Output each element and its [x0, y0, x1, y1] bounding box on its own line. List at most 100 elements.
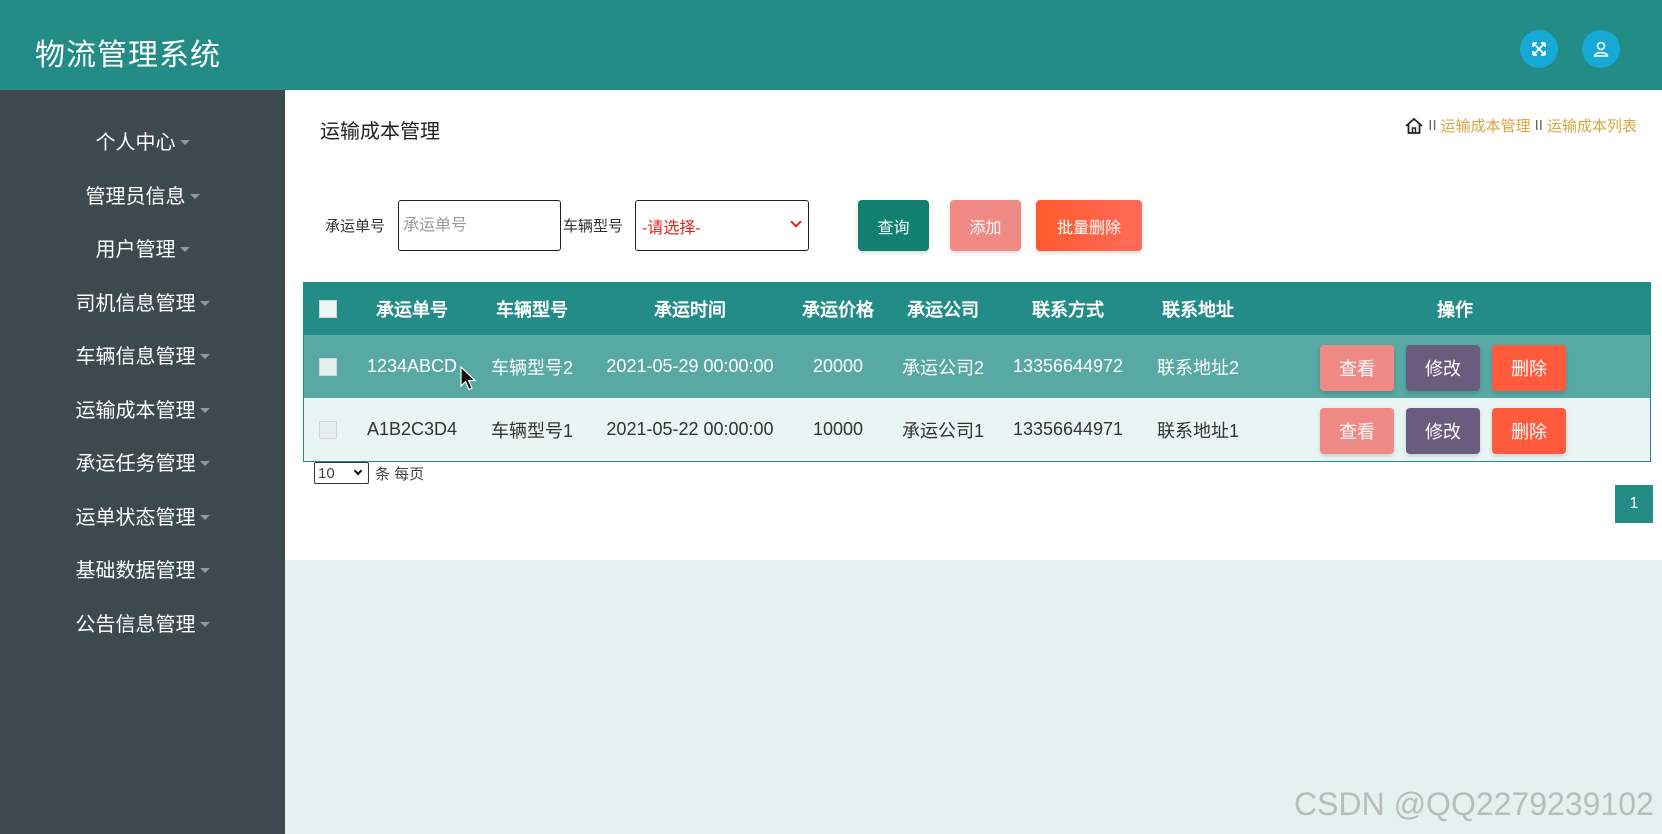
cell-contact-phone: 13356644971: [1012, 419, 1124, 439]
caret-down-icon: [199, 567, 210, 573]
breadcrumb-separator: II: [1534, 117, 1543, 134]
sidebar-item-waybill-status[interactable]: 运单状态管理: [0, 495, 285, 535]
cell-carrier-price: 20000: [812, 356, 864, 376]
mouse-cursor-icon: [460, 366, 477, 391]
sidebar-item-label: 用户管理: [95, 238, 176, 261]
sidebar-item-driver-info[interactable]: 司机信息管理: [0, 281, 285, 321]
expand-arrows-icon: [1532, 42, 1546, 56]
caret-down-icon: [199, 514, 210, 520]
row-select-cell: [304, 398, 352, 461]
sidebar-item-label: 司机信息管理: [75, 292, 196, 315]
chevron-down-icon: [353, 466, 363, 476]
cell-carrier-company: 承运公司2: [901, 357, 984, 378]
sidebar-item-label: 基础数据管理: [75, 559, 196, 582]
sidebar-item-announcements[interactable]: 公告信息管理: [0, 602, 285, 642]
app-title: 物流管理系统: [35, 39, 221, 72]
sidebar: 个人中心 管理员信息 用户管理 司机信息管理 车辆信息管理 运输成本管理 承运任…: [0, 90, 285, 834]
breadcrumb-level1[interactable]: 运输成本管理: [1441, 115, 1531, 136]
select-all-cell: [304, 283, 352, 335]
pagination-page-1[interactable]: 1: [1615, 485, 1653, 523]
table-row[interactable]: 1234ABCD 车辆型号2 2021-05-29 00:00:00 20000…: [304, 335, 1650, 398]
caret-down-icon: [179, 139, 190, 145]
page-title: 运输成本管理: [320, 121, 440, 143]
breadcrumb-level2[interactable]: 运输成本列表: [1547, 115, 1637, 136]
cell-carrier-time: 2021-05-22 00:00:00: [606, 419, 774, 439]
caret-down-icon: [199, 353, 210, 359]
user-button[interactable]: [1582, 30, 1620, 68]
header-carrier-time[interactable]: 承运时间: [592, 283, 788, 335]
edit-button[interactable]: 修改: [1406, 345, 1480, 391]
sidebar-item-label: 个人中心: [95, 131, 176, 154]
sidebar-item-label: 运单状态管理: [75, 506, 196, 529]
sidebar-item-label: 运输成本管理: [75, 399, 196, 422]
query-button[interactable]: 查询: [858, 200, 929, 251]
cell-carrier-time: 2021-05-29 00:00:00: [606, 356, 774, 376]
sidebar-item-carrier-task[interactable]: 承运任务管理: [0, 441, 285, 481]
breadcrumb-separator: II: [1428, 117, 1437, 134]
select-all-checkbox[interactable]: [319, 300, 337, 318]
header-contact-phone[interactable]: 联系方式: [998, 283, 1138, 335]
edit-button[interactable]: 修改: [1406, 408, 1480, 454]
cell-order-no: 1234ABCD: [366, 356, 458, 376]
sidebar-item-personal-center[interactable]: 个人中心: [0, 120, 285, 160]
breadcrumb: II 运输成本管理 II 运输成本列表: [1404, 115, 1637, 136]
delete-button[interactable]: 删除: [1492, 345, 1566, 391]
header-vehicle-model[interactable]: 车辆型号: [472, 283, 592, 335]
home-icon[interactable]: [1404, 116, 1424, 136]
caret-down-icon: [199, 621, 210, 627]
caret-down-icon: [179, 246, 190, 252]
sidebar-item-label: 公告信息管理: [75, 613, 196, 636]
cell-vehicle-model: 车辆型号2: [490, 357, 573, 378]
sidebar-item-user-management[interactable]: 用户管理: [0, 227, 285, 267]
row-checkbox[interactable]: [319, 357, 337, 376]
header-actions: 操作: [1437, 300, 1473, 320]
page-size-control: 10 条 每页: [314, 462, 424, 484]
fullscreen-button[interactable]: [1520, 30, 1558, 68]
caret-down-icon: [199, 460, 210, 466]
row-select-cell: [304, 335, 352, 398]
order-no-input[interactable]: [398, 200, 561, 251]
header-carrier-company[interactable]: 承运公司: [888, 283, 998, 335]
cell-contact-address: 联系地址1: [1156, 420, 1239, 441]
batch-delete-button[interactable]: 批量删除: [1036, 200, 1142, 251]
cell-contact-address: 联系地址2: [1156, 357, 1239, 378]
top-bar: 物流管理系统: [0, 0, 1662, 90]
sidebar-item-vehicle-info[interactable]: 车辆信息管理: [0, 334, 285, 374]
sidebar-item-label: 管理员信息: [85, 185, 186, 208]
sidebar-item-transport-cost[interactable]: 运输成本管理: [0, 388, 285, 428]
header-order-no[interactable]: 承运单号: [352, 283, 472, 335]
page-size-value: 10: [318, 464, 335, 482]
per-page-text: 条 每页: [375, 465, 425, 483]
chevron-down-icon: [790, 216, 802, 228]
cell-carrier-price: 10000: [812, 419, 864, 439]
cell-vehicle-model: 车辆型号1: [490, 420, 573, 441]
header-carrier-price[interactable]: 承运价格: [788, 283, 888, 335]
sidebar-item-label: 车辆信息管理: [75, 345, 196, 368]
vehicle-model-select[interactable]: -请选择-: [635, 200, 809, 251]
sidebar-item-label: 承运任务管理: [75, 452, 196, 475]
page-size-select[interactable]: 10: [314, 462, 369, 484]
cost-table: 承运单号 车辆型号 承运时间 承运价格 承运公司 联系方式 联系地址 操作 12…: [303, 282, 1651, 462]
sidebar-item-admin-info[interactable]: 管理员信息: [0, 174, 285, 214]
view-button[interactable]: 查看: [1320, 345, 1394, 391]
watermark: CSDN @QQ2279239102: [1294, 786, 1654, 822]
user-icon: [1593, 41, 1609, 57]
cell-order-no: A1B2C3D4: [366, 419, 458, 439]
header-contact-address[interactable]: 联系地址: [1138, 283, 1258, 335]
caret-down-icon: [199, 300, 210, 306]
order-no-label: 承运单号: [325, 218, 386, 235]
cell-carrier-company: 承运公司1: [901, 420, 984, 441]
vehicle-model-label: 车辆型号: [563, 218, 624, 235]
cell-contact-phone: 13356644972: [1012, 356, 1124, 376]
main-panel: 运输成本管理 II 运输成本管理 II 运输成本列表 承运单号 车辆型号 -请选…: [285, 90, 1662, 560]
table-header-row: 承运单号 车辆型号 承运时间 承运价格 承运公司 联系方式 联系地址 操作: [304, 283, 1650, 335]
table-row[interactable]: A1B2C3D4 车辆型号1 2021-05-22 00:00:00 10000…: [304, 398, 1650, 461]
caret-down-icon: [199, 407, 210, 413]
row-checkbox[interactable]: [319, 420, 337, 439]
caret-down-icon: [189, 193, 200, 199]
view-button[interactable]: 查看: [1320, 408, 1394, 454]
delete-button[interactable]: 删除: [1492, 408, 1566, 454]
vehicle-model-selected: -请选择-: [642, 219, 701, 237]
add-button[interactable]: 添加: [950, 200, 1021, 251]
sidebar-item-basic-data[interactable]: 基础数据管理: [0, 548, 285, 588]
